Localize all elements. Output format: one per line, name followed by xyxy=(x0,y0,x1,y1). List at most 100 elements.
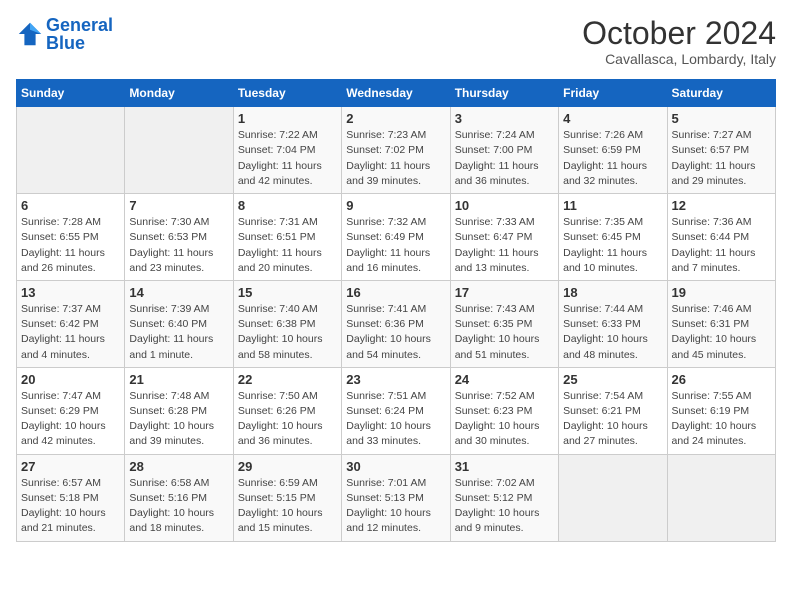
day-number: 2 xyxy=(346,111,445,126)
column-header-friday: Friday xyxy=(559,80,667,107)
calendar-cell: 2 Sunrise: 7:23 AMSunset: 7:02 PMDaylight… xyxy=(342,107,450,194)
day-number: 17 xyxy=(455,285,554,300)
calendar-cell: 30Sunrise: 7:01 AMSunset: 5:13 PMDayligh… xyxy=(342,454,450,541)
logo-icon xyxy=(16,20,44,48)
calendar-cell: 10 Sunrise: 7:33 AMSunset: 6:47 PMDayligh… xyxy=(450,194,558,281)
calendar-cell: 5 Sunrise: 7:27 AMSunset: 6:57 PMDaylight… xyxy=(667,107,775,194)
calendar-cell: 27Sunrise: 6:57 AMSunset: 5:18 PMDayligh… xyxy=(17,454,125,541)
day-info: Sunrise: 7:54 AMSunset: 6:21 PMDaylight:… xyxy=(563,389,662,450)
day-number: 27 xyxy=(21,459,120,474)
calendar-cell: 22 Sunrise: 7:50 AMSunset: 6:26 PMDayligh… xyxy=(233,367,341,454)
calendar-cell: 25Sunrise: 7:54 AMSunset: 6:21 PMDayligh… xyxy=(559,367,667,454)
calendar-week-row: 13 Sunrise: 7:37 AMSunset: 6:42 PMDayligh… xyxy=(17,280,776,367)
day-number: 5 xyxy=(672,111,771,126)
day-info: Sunrise: 7:43 AMSunset: 6:35 PMDaylight:… xyxy=(455,302,554,363)
day-info: Sunrise: 7:55 AMSunset: 6:19 PMDaylight:… xyxy=(672,389,771,450)
day-number: 30 xyxy=(346,459,445,474)
day-number: 19 xyxy=(672,285,771,300)
day-info: Sunrise: 6:58 AMSunset: 5:16 PMDaylight:… xyxy=(129,476,228,537)
calendar-cell: 11 Sunrise: 7:35 AMSunset: 6:45 PMDayligh… xyxy=(559,194,667,281)
day-info: Sunrise: 7:36 AMSunset: 6:44 PMDaylight:… xyxy=(672,215,771,276)
day-number: 10 xyxy=(455,198,554,213)
day-info: Sunrise: 7:02 AMSunset: 5:12 PMDaylight:… xyxy=(455,476,554,537)
day-number: 1 xyxy=(238,111,337,126)
day-number: 6 xyxy=(21,198,120,213)
day-number: 26 xyxy=(672,372,771,387)
day-info: Sunrise: 7:28 AMSunset: 6:55 PMDaylight:… xyxy=(21,215,120,276)
calendar-cell: 17 Sunrise: 7:43 AMSunset: 6:35 PMDayligh… xyxy=(450,280,558,367)
calendar-cell: 19 Sunrise: 7:46 AMSunset: 6:31 PMDayligh… xyxy=(667,280,775,367)
day-number: 15 xyxy=(238,285,337,300)
day-number: 3 xyxy=(455,111,554,126)
day-number: 29 xyxy=(238,459,337,474)
calendar-cell: 14 Sunrise: 7:39 AMSunset: 6:40 PMDayligh… xyxy=(125,280,233,367)
calendar-cell xyxy=(559,454,667,541)
calendar-cell: 31Sunrise: 7:02 AMSunset: 5:12 PMDayligh… xyxy=(450,454,558,541)
calendar-cell: 8Sunrise: 7:31 AMSunset: 6:51 PMDaylight… xyxy=(233,194,341,281)
day-number: 24 xyxy=(455,372,554,387)
calendar-cell xyxy=(667,454,775,541)
calendar-table: SundayMondayTuesdayWednesdayThursdayFrid… xyxy=(16,79,776,541)
title-block: October 2024 Cavallasca, Lombardy, Italy xyxy=(582,16,776,67)
calendar-cell xyxy=(125,107,233,194)
calendar-header-row: SundayMondayTuesdayWednesdayThursdayFrid… xyxy=(17,80,776,107)
day-number: 9 xyxy=(346,198,445,213)
day-info: Sunrise: 7:50 AMSunset: 6:26 PMDaylight:… xyxy=(238,389,337,450)
day-info: Sunrise: 7:32 AMSunset: 6:49 PMDaylight:… xyxy=(346,215,445,276)
calendar-cell: 7 Sunrise: 7:30 AMSunset: 6:53 PMDaylight… xyxy=(125,194,233,281)
day-number: 20 xyxy=(21,372,120,387)
day-info: Sunrise: 7:44 AMSunset: 6:33 PMDaylight:… xyxy=(563,302,662,363)
day-info: Sunrise: 7:39 AMSunset: 6:40 PMDaylight:… xyxy=(129,302,228,363)
column-header-sunday: Sunday xyxy=(17,80,125,107)
day-info: Sunrise: 7:51 AMSunset: 6:24 PMDaylight:… xyxy=(346,389,445,450)
calendar-cell: 4 Sunrise: 7:26 AMSunset: 6:59 PMDaylight… xyxy=(559,107,667,194)
page-header: GeneralBlue October 2024 Cavallasca, Lom… xyxy=(16,16,776,67)
month-title: October 2024 xyxy=(582,16,776,51)
day-info: Sunrise: 7:24 AMSunset: 7:00 PMDaylight:… xyxy=(455,128,554,189)
calendar-week-row: 27Sunrise: 6:57 AMSunset: 5:18 PMDayligh… xyxy=(17,454,776,541)
day-number: 21 xyxy=(129,372,228,387)
calendar-cell xyxy=(17,107,125,194)
calendar-cell: 9 Sunrise: 7:32 AMSunset: 6:49 PMDaylight… xyxy=(342,194,450,281)
day-number: 28 xyxy=(129,459,228,474)
calendar-week-row: 20 Sunrise: 7:47 AMSunset: 6:29 PMDayligh… xyxy=(17,367,776,454)
day-info: Sunrise: 7:40 AMSunset: 6:38 PMDaylight:… xyxy=(238,302,337,363)
day-info: Sunrise: 7:47 AMSunset: 6:29 PMDaylight:… xyxy=(21,389,120,450)
calendar-cell: 6 Sunrise: 7:28 AMSunset: 6:55 PMDaylight… xyxy=(17,194,125,281)
location: Cavallasca, Lombardy, Italy xyxy=(582,51,776,67)
logo: GeneralBlue xyxy=(16,16,113,52)
day-number: 22 xyxy=(238,372,337,387)
day-info: Sunrise: 7:26 AMSunset: 6:59 PMDaylight:… xyxy=(563,128,662,189)
day-number: 13 xyxy=(21,285,120,300)
calendar-cell: 26 Sunrise: 7:55 AMSunset: 6:19 PMDayligh… xyxy=(667,367,775,454)
calendar-cell: 3 Sunrise: 7:24 AMSunset: 7:00 PMDaylight… xyxy=(450,107,558,194)
day-info: Sunrise: 7:31 AMSunset: 6:51 PMDaylight:… xyxy=(238,215,337,276)
day-info: Sunrise: 7:22 AMSunset: 7:04 PMDaylight:… xyxy=(238,128,337,189)
day-number: 7 xyxy=(129,198,228,213)
day-number: 16 xyxy=(346,285,445,300)
day-number: 23 xyxy=(346,372,445,387)
column-header-tuesday: Tuesday xyxy=(233,80,341,107)
day-info: Sunrise: 7:52 AMSunset: 6:23 PMDaylight:… xyxy=(455,389,554,450)
day-number: 12 xyxy=(672,198,771,213)
calendar-cell: 15 Sunrise: 7:40 AMSunset: 6:38 PMDayligh… xyxy=(233,280,341,367)
day-number: 11 xyxy=(563,198,662,213)
calendar-cell: 13 Sunrise: 7:37 AMSunset: 6:42 PMDayligh… xyxy=(17,280,125,367)
calendar-cell: 16Sunrise: 7:41 AMSunset: 6:36 PMDayligh… xyxy=(342,280,450,367)
day-info: Sunrise: 7:46 AMSunset: 6:31 PMDaylight:… xyxy=(672,302,771,363)
calendar-cell: 29Sunrise: 6:59 AMSunset: 5:15 PMDayligh… xyxy=(233,454,341,541)
day-number: 14 xyxy=(129,285,228,300)
column-header-thursday: Thursday xyxy=(450,80,558,107)
day-number: 18 xyxy=(563,285,662,300)
day-info: Sunrise: 7:27 AMSunset: 6:57 PMDaylight:… xyxy=(672,128,771,189)
calendar-cell: 23 Sunrise: 7:51 AMSunset: 6:24 PMDayligh… xyxy=(342,367,450,454)
day-info: Sunrise: 7:35 AMSunset: 6:45 PMDaylight:… xyxy=(563,215,662,276)
day-info: Sunrise: 7:48 AMSunset: 6:28 PMDaylight:… xyxy=(129,389,228,450)
calendar-week-row: 1 Sunrise: 7:22 AMSunset: 7:04 PMDaylight… xyxy=(17,107,776,194)
day-number: 4 xyxy=(563,111,662,126)
calendar-cell: 21 Sunrise: 7:48 AMSunset: 6:28 PMDayligh… xyxy=(125,367,233,454)
day-info: Sunrise: 7:37 AMSunset: 6:42 PMDaylight:… xyxy=(21,302,120,363)
day-info: Sunrise: 7:23 AMSunset: 7:02 PMDaylight:… xyxy=(346,128,445,189)
day-info: Sunrise: 7:33 AMSunset: 6:47 PMDaylight:… xyxy=(455,215,554,276)
day-info: Sunrise: 7:30 AMSunset: 6:53 PMDaylight:… xyxy=(129,215,228,276)
